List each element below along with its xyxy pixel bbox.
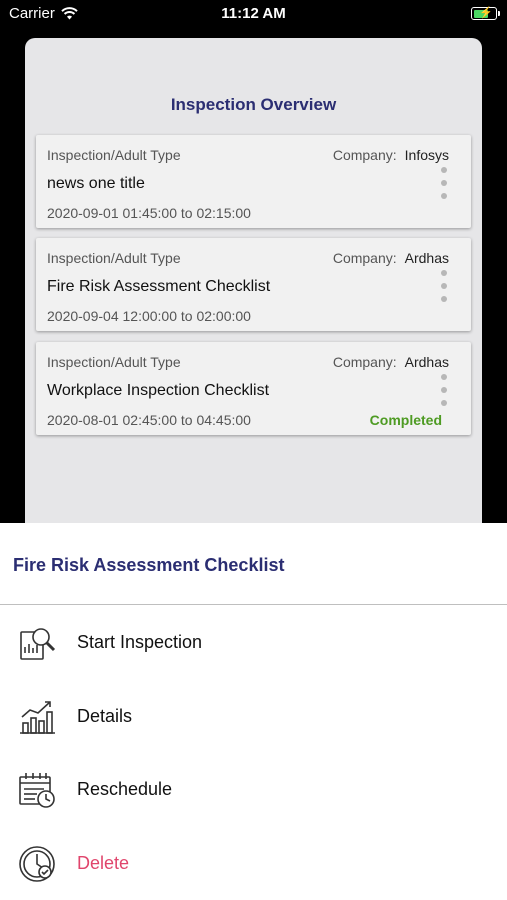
inspection-title: Fire Risk Assessment Checklist	[47, 278, 271, 295]
company-label: Company:	[332, 354, 397, 370]
page-title: Inspection Overview	[170, 95, 337, 114]
inspection-dates: 2020-09-04 12:00:00 to 02:00:00	[47, 308, 251, 324]
company-info: Company: Ardhas	[333, 250, 449, 266]
inspection-card[interactable]: Inspection/Adult Type Company: Infosys ne…	[36, 135, 471, 228]
chart-growth-icon	[20, 701, 55, 734]
action-label: Delete	[77, 853, 130, 873]
inspection-card[interactable]: Inspection/Adult Type Company: Ardhas Wor…	[36, 342, 471, 435]
reschedule-button[interactable]: Reschedule	[0, 760, 507, 820]
company-name: Ardhas	[404, 250, 449, 266]
company-name: Ardhas	[404, 354, 449, 370]
battery-icon: ⚡	[471, 7, 500, 20]
inspection-overview-panel: Inspection Overview Inspection/Adult Typ…	[25, 38, 482, 558]
inspection-type: Inspection/Adult Type	[47, 354, 181, 370]
divider	[0, 604, 507, 605]
inspection-title: Workplace Inspection Checklist	[47, 382, 270, 399]
inspection-type: Inspection/Adult Type	[47, 147, 181, 163]
clock: 11:12 AM	[221, 5, 286, 22]
company-label: Company:	[332, 250, 397, 266]
delete-button[interactable]: Delete	[0, 834, 507, 894]
inspection-dates: 2020-08-01 02:45:00 to 04:45:00	[47, 412, 251, 428]
company-info: Company: Ardhas	[333, 354, 449, 370]
action-label: Details	[77, 706, 133, 726]
action-sheet-title: Fire Risk Assessment Checklist	[13, 555, 285, 575]
action-label: Start Inspection	[77, 632, 203, 652]
status-bar: Carrier 11:12 AM ⚡	[0, 0, 507, 30]
inspection-dates: 2020-09-01 01:45:00 to 02:15:00	[47, 205, 251, 221]
action-label: Reschedule	[77, 779, 173, 799]
inspection-card[interactable]: Inspection/Adult Type Company: Ardhas Fir…	[36, 238, 471, 331]
status-badge: Completed	[369, 412, 442, 428]
inspection-title: news one title	[47, 175, 145, 192]
action-sheet: Fire Risk Assessment Checklist Start Ins…	[0, 523, 507, 900]
inspection-search-icon	[20, 628, 56, 660]
more-options-icon[interactable]	[441, 167, 447, 199]
company-info: Company: Infosys	[333, 147, 449, 163]
more-options-icon[interactable]	[441, 374, 447, 406]
details-button[interactable]: Details	[0, 687, 507, 747]
company-name: Infosys	[404, 147, 449, 163]
delete-clock-icon	[19, 846, 55, 882]
start-inspection-button[interactable]: Start Inspection	[0, 613, 507, 673]
inspection-type: Inspection/Adult Type	[47, 250, 181, 266]
company-label: Company:	[332, 147, 397, 163]
more-options-icon[interactable]	[441, 270, 447, 302]
calendar-clock-icon	[19, 773, 55, 808]
